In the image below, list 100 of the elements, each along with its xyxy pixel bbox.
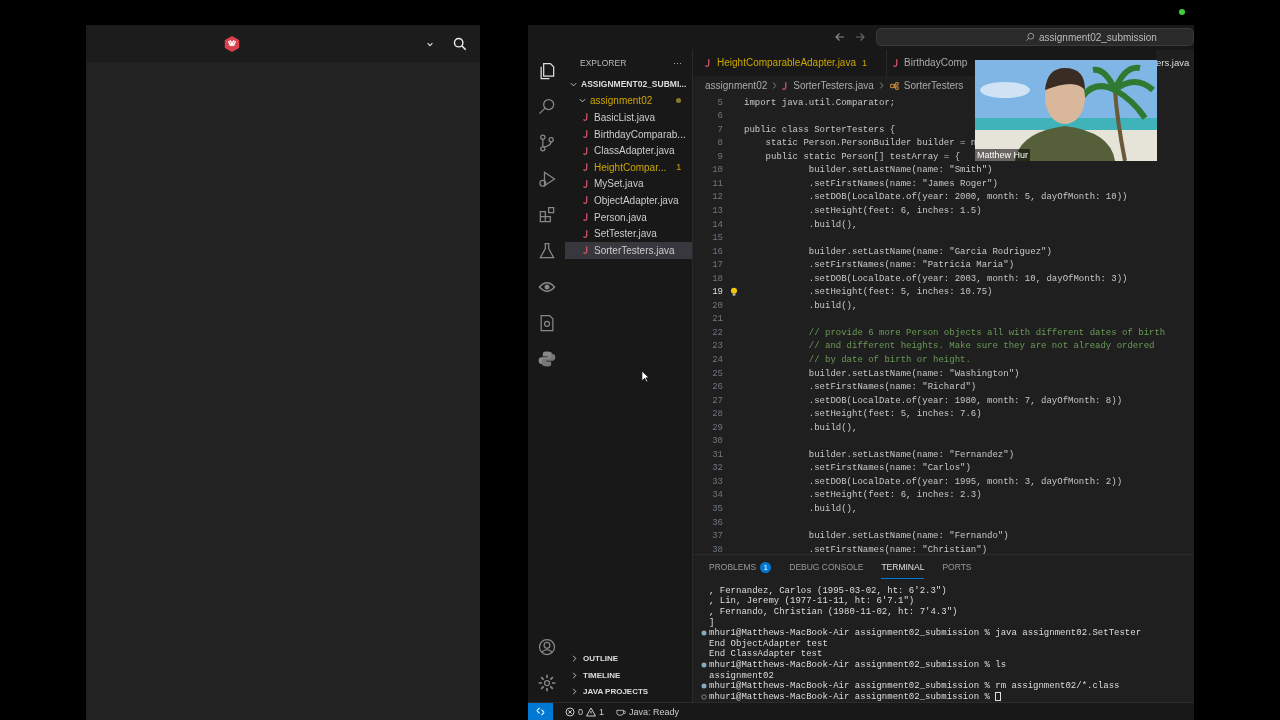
line-number: 11 bbox=[711, 178, 723, 189]
explorer-title: EXPLORER bbox=[580, 58, 627, 68]
code-line: builder.setLastName(name: "Fernando") bbox=[807, 531, 1009, 542]
line-number: 7 bbox=[716, 124, 723, 135]
editor-tab[interactable]: BirthdayComp bbox=[887, 50, 969, 76]
file-item[interactable]: HeightCompar... 1 bbox=[565, 158, 692, 176]
java-file-icon bbox=[782, 80, 789, 91]
line-number: 22 bbox=[711, 327, 723, 338]
editor-tab[interactable]: HeightComparableAdapter.java 1 bbox=[693, 50, 887, 76]
folder-item[interactable]: assignment02 bbox=[565, 92, 692, 110]
code-line: public static Person[] testArray = { bbox=[764, 151, 961, 162]
code-line: static Person.PersonBuilder builder = n bbox=[764, 138, 977, 149]
file-item[interactable]: SetTester.java bbox=[565, 225, 692, 242]
line-number: 34 bbox=[711, 490, 723, 501]
java-file-icon bbox=[893, 57, 899, 68]
editor-tab[interactable]: ers.java bbox=[1156, 50, 1194, 76]
code-line: import java.util.Comparator; bbox=[744, 97, 896, 108]
terminal-cursor bbox=[995, 692, 1002, 702]
more-actions[interactable]: ··· bbox=[673, 58, 682, 68]
file-item[interactable]: ClassAdapter.java bbox=[565, 142, 692, 159]
file-item[interactable]: Person.java bbox=[565, 208, 692, 226]
breadcrumb-item[interactable]: SorterTesters bbox=[903, 80, 964, 92]
section-header[interactable]: JAVA PROJECTS bbox=[565, 683, 692, 700]
terminal-line: mhur1@Matthews-MacBook-Air assignment02_submission % bbox=[709, 691, 991, 702]
line-number: 5 bbox=[716, 97, 723, 108]
settings-icon[interactable] bbox=[536, 672, 557, 694]
breadcrumb-item[interactable]: SorterTesters.java bbox=[793, 80, 874, 92]
code-line: .setDOB(LocalDate.of(year: 1980, month: 7, dayOfMonth: 8)) bbox=[807, 395, 1123, 406]
search-icon[interactable] bbox=[453, 37, 467, 51]
line-number: 24 bbox=[711, 355, 723, 365]
line-number: 32 bbox=[711, 463, 723, 474]
java-file-icon bbox=[583, 145, 589, 156]
code-line: .setDOB(LocalDate.of(year: 2003, month: 10, dayOfMonth: 3)) bbox=[807, 273, 1128, 284]
java-file-icon bbox=[705, 57, 711, 68]
section-header[interactable]: TIMELINE bbox=[565, 667, 692, 684]
line-number: 8 bbox=[716, 138, 723, 149]
error-icon bbox=[565, 706, 575, 717]
problems-status[interactable]: 0 1 bbox=[565, 706, 605, 717]
terminal-line: assignment02 bbox=[709, 670, 774, 681]
code-line: .build(), bbox=[807, 219, 858, 230]
panel-tab[interactable]: PORTS bbox=[942, 555, 972, 580]
panel-tab[interactable]: PROBLEMS 1 bbox=[709, 555, 772, 580]
line-number: 30 bbox=[711, 436, 723, 447]
class-icon bbox=[888, 80, 899, 91]
lightbulb-icon[interactable] bbox=[729, 287, 738, 298]
line-number: 26 bbox=[711, 382, 723, 393]
file-item[interactable]: BirthdayComparab... bbox=[565, 125, 692, 143]
line-number: 6 bbox=[716, 111, 723, 122]
java-file-icon bbox=[583, 228, 589, 239]
participant-name: Matthew Hur bbox=[975, 149, 1031, 161]
line-number: 17 bbox=[711, 260, 723, 271]
file-item[interactable]: MySet.java bbox=[565, 175, 692, 193]
line-number: 10 bbox=[711, 165, 723, 176]
back-arrow-icon[interactable] bbox=[834, 31, 846, 43]
java-file-icon bbox=[583, 112, 589, 123]
forward-arrow-icon[interactable] bbox=[854, 31, 866, 43]
terminal-line: mhur1@Matthews-MacBook-Air assignment02_submission % rm assignment02/*.class bbox=[709, 681, 1120, 692]
file-item[interactable]: ObjectAdapter.java bbox=[565, 192, 692, 209]
line-number: 14 bbox=[711, 219, 723, 230]
line-number: 29 bbox=[711, 422, 723, 433]
terminal-line: mhur1@Matthews-MacBook-Air assignment02_submission % java assignment02.SetTester bbox=[709, 628, 1142, 639]
code-line: builder.setLastName(name: "Garcia Rodriguez") bbox=[807, 246, 1052, 257]
panel-tab[interactable]: TERMINAL bbox=[881, 555, 925, 580]
file-item[interactable]: BasicList.java bbox=[565, 109, 692, 126]
shield-icon[interactable] bbox=[223, 35, 241, 53]
line-number: 13 bbox=[711, 206, 723, 216]
line-number: 20 bbox=[711, 300, 723, 311]
project-folder[interactable]: ASSIGNMENT02_SUBMI... bbox=[565, 76, 692, 93]
terminal-line: ] bbox=[709, 617, 715, 628]
line-number: 38 bbox=[711, 544, 723, 555]
code-line: .build(), bbox=[807, 504, 858, 515]
code-line: .setDOB(LocalDate.of(year: 2000, month: 5, dayOfMonth: 10)) bbox=[807, 192, 1128, 203]
section-header[interactable]: OUTLINE bbox=[565, 650, 692, 667]
chevron-down-icon[interactable] bbox=[426, 40, 434, 48]
line-number: 27 bbox=[711, 395, 723, 406]
java-file-icon bbox=[583, 245, 589, 256]
status-dot-icon bbox=[1179, 9, 1185, 15]
code-line: builder.setLastName(name: "Fernandez") bbox=[807, 449, 1015, 460]
modified-dot-icon bbox=[676, 98, 681, 104]
java-status[interactable]: Java: Ready bbox=[616, 706, 680, 717]
breadcrumb-item[interactable]: assignment02 bbox=[705, 80, 768, 92]
code-line: .setDOB(LocalDate.of(year: 1995, month: 3, dayOfMonth: 2)) bbox=[807, 476, 1123, 487]
panel-tab[interactable]: DEBUG CONSOLE bbox=[789, 555, 864, 580]
code-line: .build(), bbox=[807, 422, 858, 433]
warning-icon bbox=[586, 706, 596, 717]
terminal-line: mhur1@Matthews-MacBook-Air assignment02_submission % ls bbox=[709, 659, 1007, 670]
code-comment: // provide 6 more Person objects all with different dates of birth bbox=[807, 327, 1166, 338]
line-number: 28 bbox=[711, 409, 723, 420]
remote-button[interactable] bbox=[528, 703, 553, 720]
line-number: 16 bbox=[711, 246, 723, 257]
search-icon bbox=[1025, 32, 1035, 42]
code-line: .setFirstNames(name: "James Roger") bbox=[807, 178, 998, 189]
command-search-field[interactable]: assignment02_submission bbox=[876, 28, 1194, 46]
command-dot-icon bbox=[701, 683, 707, 690]
file-item[interactable]: SorterTesters.java bbox=[565, 241, 692, 259]
account-icon[interactable] bbox=[536, 636, 557, 658]
line-number: 33 bbox=[711, 476, 723, 487]
code-line: .setHeight(feet: 6, inches: 2.3) bbox=[807, 490, 982, 501]
line-number: 31 bbox=[711, 449, 723, 460]
code-comment: // and different heights. Make sure they are not already ordered bbox=[807, 341, 1155, 352]
